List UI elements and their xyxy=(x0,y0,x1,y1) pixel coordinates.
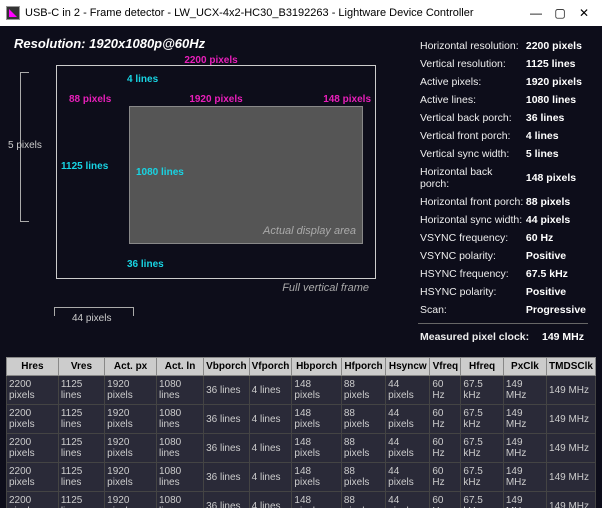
col-Vfporch: Vfporch xyxy=(249,358,292,376)
param-key: Horizontal back porch: xyxy=(420,164,524,192)
table-row: 2200 pixels1125 lines1920 pixels1080 lin… xyxy=(7,463,596,492)
window-titlebar: USB-C in 2 - Frame detector - LW_UCX-4x2… xyxy=(0,0,602,26)
col-Hsyncw: Hsyncw xyxy=(386,358,430,376)
data-log-table: HresVresAct. pxAct. lnVbporchVfporchHbpo… xyxy=(6,357,596,508)
maximize-icon[interactable]: ▢ xyxy=(548,6,572,20)
col-Vres: Vres xyxy=(58,358,104,376)
param-key: Horizontal front porch: xyxy=(420,194,524,210)
hsync-bracket: 44 pixels xyxy=(54,303,134,329)
col-PxClk: PxClk xyxy=(503,358,546,376)
vactive-label: 1080 lines xyxy=(136,167,184,178)
param-val: Positive xyxy=(526,284,586,300)
param-val: 2200 pixels xyxy=(526,38,586,54)
param-val: 148 pixels xyxy=(526,164,586,192)
measured-label: Measured pixel clock: xyxy=(420,329,540,345)
window-title: USB-C in 2 - Frame detector - LW_UCX-4x2… xyxy=(25,7,524,19)
active-area: 1080 lines Actual display area xyxy=(129,106,363,244)
resolution-heading: Resolution: 1920x1080p@60Hz xyxy=(14,36,408,51)
hsync-width-label: 44 pixels xyxy=(72,313,111,324)
param-val: 44 pixels xyxy=(526,212,586,228)
param-val: 1080 lines xyxy=(526,92,586,108)
col-TMDSClk: TMDSClk xyxy=(547,358,596,376)
vfp-label: 4 lines xyxy=(127,74,158,85)
param-key: Vertical back porch: xyxy=(420,110,524,126)
param-key: HSYNC frequency: xyxy=(420,266,524,282)
col-Act. ln: Act. ln xyxy=(157,358,204,376)
table-row: 2200 pixels1125 lines1920 pixels1080 lin… xyxy=(7,405,596,434)
full-frame-label: Full vertical frame xyxy=(282,282,369,294)
param-key: HSYNC polarity: xyxy=(420,284,524,300)
col-Vbporch: Vbporch xyxy=(204,358,250,376)
app-icon xyxy=(6,6,20,20)
param-key: VSYNC polarity: xyxy=(420,248,524,264)
param-val: Progressive xyxy=(526,302,586,318)
table-row: 2200 pixels1125 lines1920 pixels1080 lin… xyxy=(7,434,596,463)
vbp-label: 36 lines xyxy=(127,259,164,270)
table-row: 2200 pixels1125 lines1920 pixels1080 lin… xyxy=(7,376,596,405)
param-key: Horizontal resolution: xyxy=(420,38,524,54)
param-key: Vertical resolution: xyxy=(420,56,524,72)
param-key: Vertical sync width: xyxy=(420,146,524,162)
close-icon[interactable]: ✕ xyxy=(572,6,596,20)
vsync-width-label: 5 pixels xyxy=(8,140,42,151)
vtotal-label: 1125 lines xyxy=(61,161,108,172)
col-Hbporch: Hbporch xyxy=(292,358,341,376)
col-Hfreq: Hfreq xyxy=(461,358,503,376)
full-frame: 4 lines 88 pixels 1920 pixels 148 pixels… xyxy=(56,65,376,279)
measured-value: 149 MHz xyxy=(542,329,584,345)
measured-clock: Measured pixel clock: 149 MHz xyxy=(418,327,586,347)
actual-area-label: Actual display area xyxy=(263,225,356,237)
param-val: 36 lines xyxy=(526,110,586,126)
timing-parameters: Horizontal resolution:2200 pixelsVertica… xyxy=(418,36,588,320)
param-val: Positive xyxy=(526,248,586,264)
col-Hres: Hres xyxy=(7,358,59,376)
param-key: Horizontal sync width: xyxy=(420,212,524,228)
minimize-icon[interactable]: — xyxy=(524,6,548,20)
param-val: 5 lines xyxy=(526,146,586,162)
param-key: Scan: xyxy=(420,302,524,318)
param-key: Active pixels: xyxy=(420,74,524,90)
timing-diagram: 2200 pixels 4 lines 88 pixels 1920 pixel… xyxy=(46,59,376,279)
param-val: 67.5 kHz xyxy=(526,266,586,282)
col-Vfreq: Vfreq xyxy=(430,358,461,376)
table-row: 2200 pixels1125 lines1920 pixels1080 lin… xyxy=(7,492,596,508)
param-val: 88 pixels xyxy=(526,194,586,210)
vsync-bracket: 5 pixels xyxy=(14,72,42,222)
param-val: 1125 lines xyxy=(526,56,586,72)
param-val: 1920 pixels xyxy=(526,74,586,90)
param-val: 60 Hz xyxy=(526,230,586,246)
col-Hfporch: Hfporch xyxy=(341,358,385,376)
param-key: Active lines: xyxy=(420,92,524,108)
param-val: 4 lines xyxy=(526,128,586,144)
param-key: VSYNC frequency: xyxy=(420,230,524,246)
col-Act. px: Act. px xyxy=(105,358,157,376)
hbp-right-label: 148 pixels xyxy=(323,94,371,105)
param-key: Vertical front porch: xyxy=(420,128,524,144)
